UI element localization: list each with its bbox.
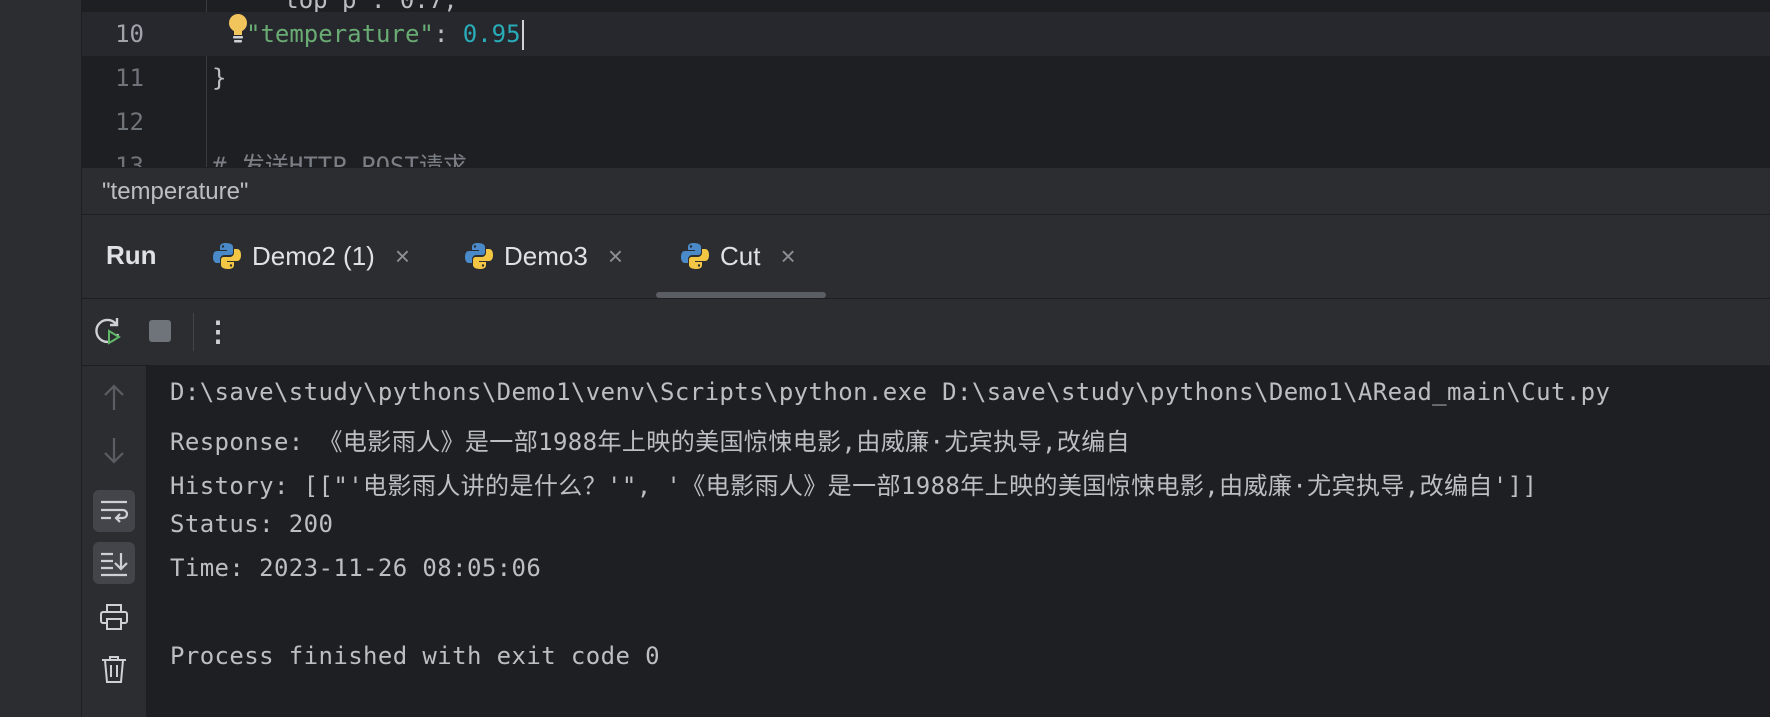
- stop-button[interactable]: [142, 313, 178, 349]
- print-icon: [100, 604, 128, 630]
- scroll-to-end-icon: [101, 552, 128, 577]
- code-comment: # 发送HTTP POST请求: [212, 152, 467, 167]
- json-colon: :: [433, 20, 463, 48]
- more-button[interactable]: ⋮: [200, 313, 236, 349]
- console-line: D:\save\study\pythons\Demo1\venv\Scripts…: [170, 378, 1611, 406]
- soft-wrap-icon: [101, 500, 129, 523]
- json-key: "temperature": [246, 20, 434, 48]
- arrow-up-icon: [104, 384, 124, 410]
- console-side-toolbar: [82, 366, 146, 717]
- stop-icon: [149, 320, 171, 342]
- breadcrumb[interactable]: "temperature": [82, 167, 1770, 215]
- code-line: 11 }: [82, 56, 1770, 100]
- tab-cut[interactable]: Cut ×: [680, 234, 796, 278]
- line-number: 11: [115, 64, 144, 92]
- json-value: 0.95: [462, 20, 521, 48]
- code-text: "temperature": 0.95: [246, 12, 524, 56]
- rerun-button[interactable]: [90, 313, 126, 349]
- python-icon: [465, 243, 493, 269]
- rerun-icon: [95, 318, 121, 345]
- tab-label: Demo2 (1): [252, 240, 375, 271]
- tool-window-strip: [0, 0, 82, 717]
- code-text: }: [212, 64, 227, 92]
- scroll-down-button[interactable]: [93, 430, 135, 472]
- ide-window: "top_p": 0.7, 10 "temperature": 0.95 11 …: [0, 0, 1770, 717]
- line-number: 13: [115, 152, 144, 167]
- line-number: 10: [115, 20, 144, 48]
- console-line: Status: 200: [170, 510, 334, 538]
- console-line: Time: 2023-11-26 08:05:06: [170, 554, 542, 582]
- scroll-up-button[interactable]: [93, 376, 135, 418]
- soft-wrap-button[interactable]: [93, 490, 135, 532]
- lightbulb-icon[interactable]: [226, 12, 250, 44]
- console-line: Process finished with exit code 0: [170, 642, 661, 670]
- console-line: History: [["'电影雨人讲的是什么？'", '《电影雨人》是一部198…: [170, 472, 1538, 500]
- trash-icon: [102, 656, 126, 683]
- tab-label: Cut: [720, 240, 761, 271]
- toolbar-separator: [193, 313, 194, 351]
- run-tool-header: Run Demo2 (1) × Demo3 × Cut ×: [82, 216, 1770, 299]
- tab-label: Demo3: [504, 240, 588, 271]
- active-tab-indicator: [656, 292, 826, 298]
- code-line-current[interactable]: 10 "temperature": 0.95: [82, 12, 1770, 56]
- console-output[interactable]: D:\save\study\pythons\Demo1\venv\Scripts…: [146, 366, 1770, 717]
- print-button[interactable]: [93, 596, 135, 638]
- code-line: 12: [82, 100, 1770, 144]
- close-icon[interactable]: ×: [780, 241, 795, 272]
- run-title[interactable]: Run: [106, 240, 157, 271]
- arrow-down-icon: [104, 438, 124, 464]
- run-toolbar: ⋮: [82, 299, 1770, 366]
- tab-demo3[interactable]: Demo3 ×: [464, 234, 623, 278]
- text-caret: [521, 20, 524, 50]
- more-icon: ⋮: [204, 315, 232, 347]
- clear-button[interactable]: [93, 648, 135, 690]
- close-icon[interactable]: ×: [395, 241, 410, 272]
- line-number: 12: [115, 108, 144, 136]
- console-line: Response: 《电影雨人》是一部1988年上映的美国惊悚电影,由威廉·尤宾…: [170, 428, 1131, 456]
- python-icon: [681, 243, 709, 269]
- code-line-partial: 13 # 发送HTTP POST请求: [82, 144, 1770, 167]
- tab-demo2[interactable]: Demo2 (1) ×: [212, 234, 410, 278]
- close-icon[interactable]: ×: [608, 241, 623, 272]
- scroll-to-end-button[interactable]: [93, 542, 135, 584]
- code-editor[interactable]: "top_p": 0.7, 10 "temperature": 0.95 11 …: [82, 0, 1770, 167]
- python-icon: [213, 243, 241, 269]
